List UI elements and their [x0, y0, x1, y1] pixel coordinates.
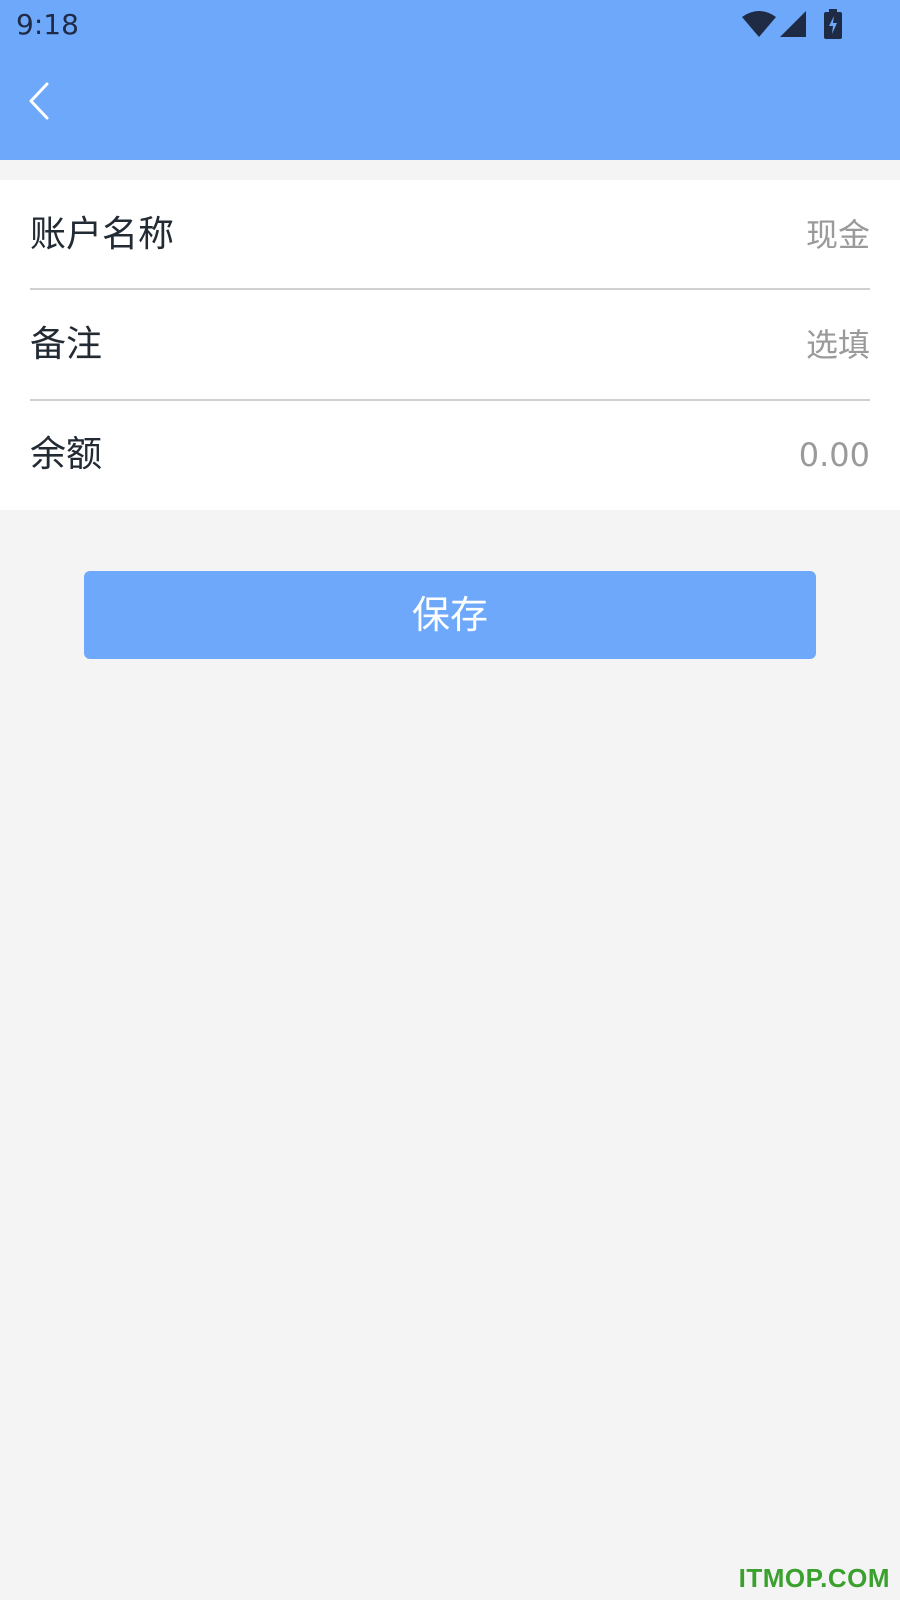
- status-time: 9:18: [16, 8, 79, 41]
- form-row-balance: 余额: [30, 400, 870, 510]
- status-icons: [742, 8, 842, 40]
- account-name-label: 账户名称: [30, 214, 175, 255]
- balance-label: 余额: [30, 434, 103, 475]
- balance-input[interactable]: [470, 400, 870, 510]
- save-button[interactable]: 保存: [84, 571, 816, 659]
- status-bar: 9:18: [0, 0, 900, 50]
- chevron-left-icon: [26, 81, 52, 125]
- cell-signal-icon: [780, 11, 806, 37]
- remark-label: 备注: [30, 324, 103, 365]
- account-name-input[interactable]: [470, 180, 870, 290]
- back-button[interactable]: [14, 78, 64, 128]
- wifi-icon: [742, 11, 776, 37]
- watermark: ITMOP.COM: [738, 1563, 890, 1593]
- app-header: 9:18: [0, 0, 900, 160]
- form-row-account-name: 账户名称: [30, 180, 870, 290]
- account-form: 账户名称 备注 余额: [0, 180, 900, 510]
- battery-charging-icon: [824, 9, 842, 39]
- remark-input[interactable]: [470, 290, 870, 400]
- form-row-remark: 备注: [30, 290, 870, 400]
